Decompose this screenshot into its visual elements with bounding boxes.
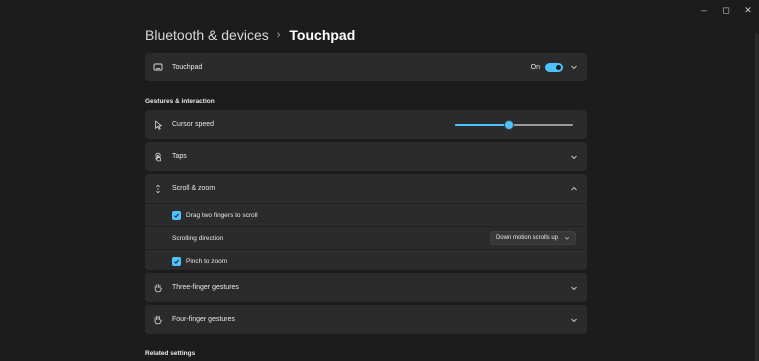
tap-gesture-icon (153, 152, 163, 162)
maximize-button[interactable]: ◻ (715, 0, 737, 20)
chevron-down-icon[interactable] (569, 315, 579, 325)
slider-thumb[interactable] (504, 119, 515, 130)
minimize-icon: – (701, 5, 707, 15)
touchpad-card[interactable]: Touchpad On (145, 53, 587, 81)
drag-two-fingers-label: Drag two fingers to scroll (186, 211, 258, 219)
four-finger-card[interactable]: Four-finger gestures (145, 305, 587, 334)
scrolling-direction-value: Down motion scrolls up (495, 235, 558, 241)
three-finger-hand-icon (153, 283, 163, 293)
scroll-zoom-header[interactable]: Scroll & zoom (145, 174, 587, 203)
taps-label: Taps (172, 153, 187, 160)
chevron-right-icon: › (276, 29, 281, 41)
scrollbar[interactable] (755, 34, 759, 361)
slider-fill (455, 123, 509, 126)
four-finger-hand-icon (153, 315, 163, 325)
four-finger-label: Four-finger gestures (172, 316, 236, 323)
scrolling-direction-label: Scrolling direction (172, 234, 224, 242)
scrolling-direction-dropdown[interactable]: Down motion scrolls up (489, 231, 576, 245)
page-title: Touchpad (289, 27, 356, 43)
scroll-zoom-card: Scroll & zoom Drag two fingers to scroll… (145, 174, 587, 270)
minimize-button[interactable]: – (693, 0, 715, 20)
toggle-knob (556, 64, 561, 70)
cursor-speed-label: Cursor speed (172, 121, 215, 128)
close-button[interactable]: ✕ (737, 0, 759, 20)
touchpad-toggle[interactable] (545, 62, 563, 72)
maximize-icon: ◻ (722, 4, 730, 15)
toggle-state-label: On (530, 63, 540, 71)
breadcrumb-parent-link[interactable]: Bluetooth & devices (145, 27, 269, 43)
close-icon: ✕ (744, 4, 752, 15)
touchpad-icon (153, 62, 163, 72)
chevron-up-icon[interactable] (569, 184, 579, 194)
pinch-to-zoom-checkbox[interactable] (172, 256, 181, 266)
pinch-to-zoom-label: Pinch to zoom (186, 257, 228, 265)
section-header-related-settings: Related settings (145, 350, 196, 357)
touchpad-label: Touchpad (172, 63, 203, 71)
section-header-gestures: Gestures & interaction (145, 98, 215, 105)
scroll-arrows-icon (153, 184, 163, 194)
chevron-down-icon[interactable] (569, 283, 579, 293)
cursor-icon (153, 120, 163, 130)
drag-two-fingers-checkbox[interactable] (172, 210, 181, 220)
chevron-down-icon[interactable] (569, 152, 579, 162)
chevron-down-icon[interactable] (569, 62, 579, 72)
pinch-to-zoom-row[interactable]: Pinch to zoom (145, 249, 587, 272)
touchpad-toggle-group: On (530, 62, 563, 72)
scroll-zoom-label: Scroll & zoom (172, 185, 216, 192)
chevron-down-icon (564, 237, 570, 240)
three-finger-label: Three-finger gestures (172, 284, 239, 291)
cursor-speed-slider[interactable] (455, 119, 573, 130)
three-finger-card[interactable]: Three-finger gestures (145, 273, 587, 302)
scrolling-direction-row: Scrolling direction Down motion scrolls … (145, 226, 587, 249)
window-controls: – ◻ ✕ (693, 0, 759, 20)
taps-card[interactable]: Taps (145, 142, 587, 171)
drag-two-fingers-row[interactable]: Drag two fingers to scroll (145, 203, 587, 226)
cursor-speed-card: Cursor speed (145, 110, 587, 139)
breadcrumb: Bluetooth & devices › Touchpad (145, 27, 355, 43)
